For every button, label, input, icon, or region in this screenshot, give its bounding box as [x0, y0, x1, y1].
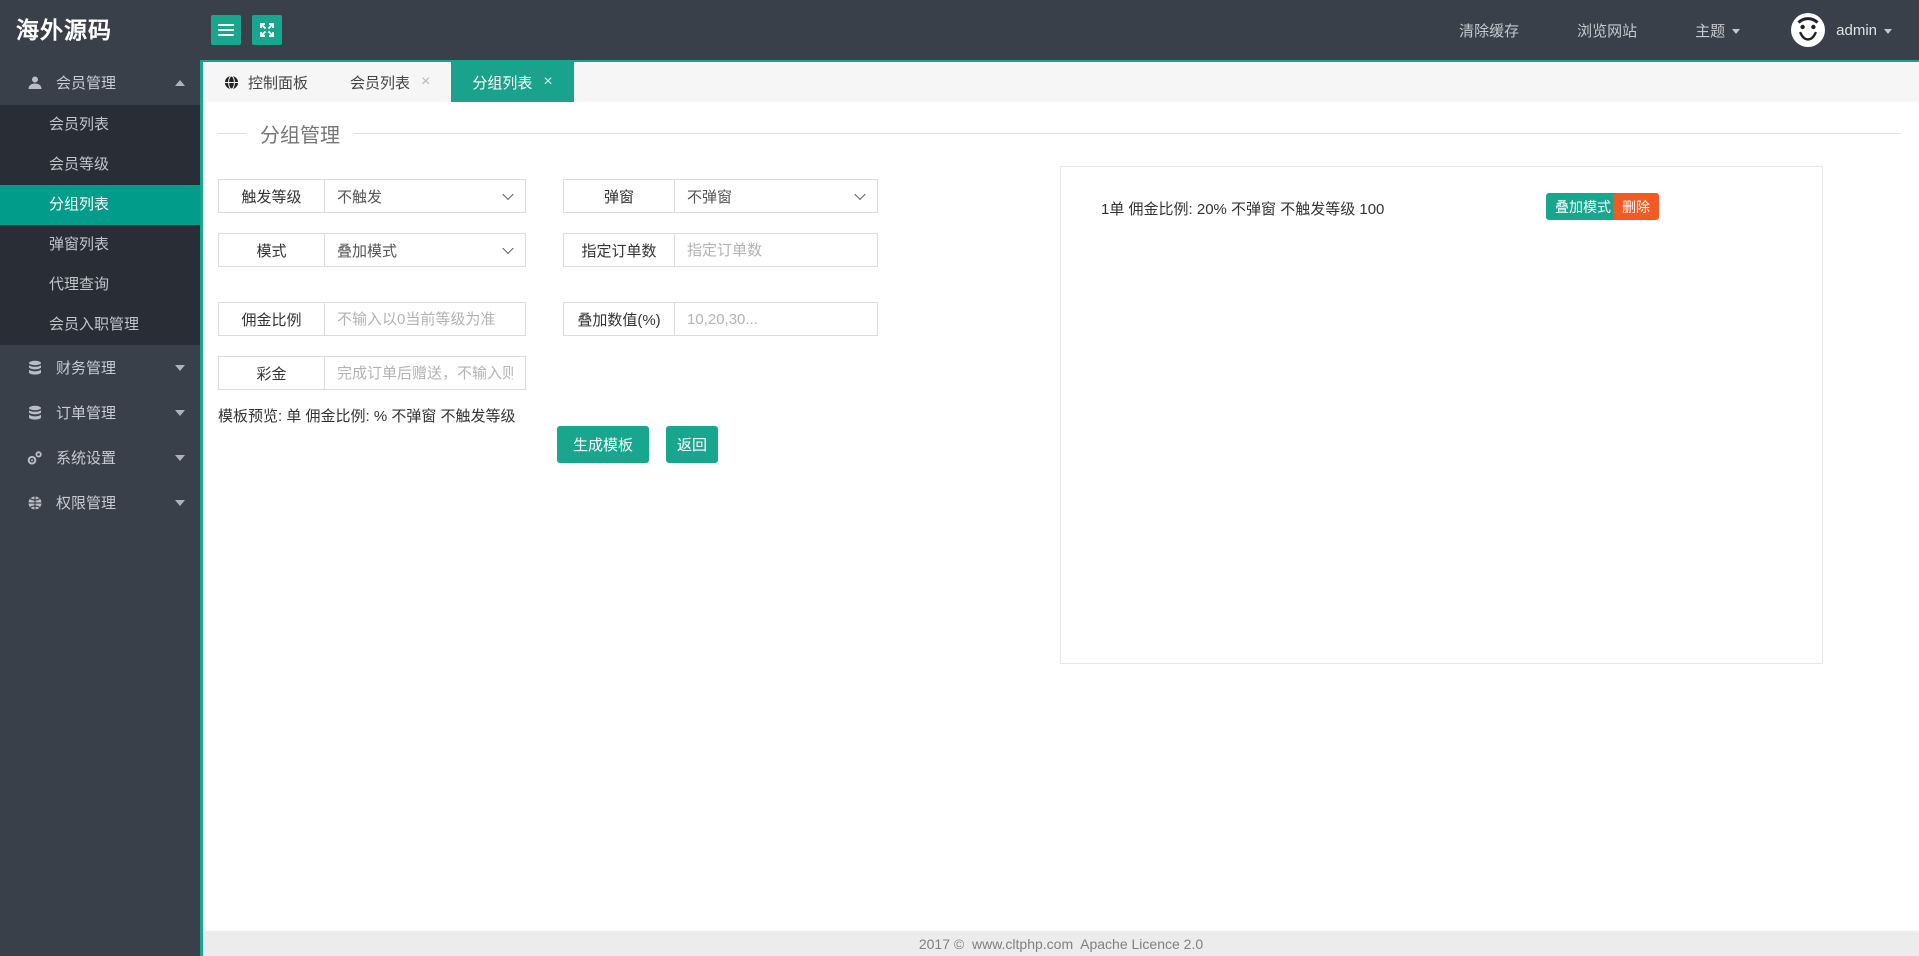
hamburger-icon [218, 21, 234, 39]
sidebar-item-label: 系统设置 [56, 450, 117, 467]
template-preview-text: 模板预览: 单 佣金比例: % 不弹窗 不触发等级 [218, 408, 516, 425]
sidebar-item-agent-query[interactable]: 代理查询 [0, 265, 200, 305]
page-title: 分组管理 [217, 119, 1901, 148]
template-item-text: 1单 佣金比例: 20% 不弹窗 不触发等级 100 [1101, 201, 1385, 218]
chevron-down-icon [502, 242, 514, 255]
sidebar-item-popup-list[interactable]: 弹窗列表 [0, 225, 200, 265]
close-icon[interactable]: × [421, 74, 430, 90]
sidebar-item-member-management[interactable]: 会员管理 [0, 60, 200, 105]
commission-group: 佣金比例 [218, 302, 526, 336]
user-icon [25, 75, 44, 91]
globe-icon [224, 75, 239, 90]
sidebar-item-finance-management[interactable]: 财务管理 [0, 345, 200, 390]
cogs-icon [25, 450, 44, 466]
mode-group: 模式 叠加模式 [218, 233, 526, 267]
order-count-label: 指定订单数 [563, 233, 675, 267]
popup-select[interactable]: 不弹窗 [674, 179, 878, 213]
sidebar-item-permission-management[interactable]: 权限管理 [0, 480, 200, 525]
footer: 2017 © www.cltphp.com Apache Licence 2.0 [203, 931, 1919, 956]
mode-select[interactable]: 叠加模式 [324, 233, 526, 267]
sidebar-item-label: 权限管理 [56, 495, 117, 512]
popup-label: 弹窗 [563, 179, 675, 213]
database-icon [25, 360, 44, 376]
sidebar-toggle-button[interactable] [211, 15, 241, 45]
stack-value-group: 叠加数值(%) [563, 302, 878, 336]
trigger-level-group: 触发等级 不触发 [218, 179, 526, 213]
template-item: 1单 佣金比例: 20% 不弹窗 不触发等级 100 叠加模式 删除 [1061, 193, 1822, 221]
chevron-down-icon [1732, 28, 1741, 34]
main-content: 控制面板 会员列表 × 分组列表 × 分组管理 触发等级 不触发 弹窗 不弹窗 … [200, 60, 1919, 956]
sidebar-item-member-list[interactable]: 会员列表 [0, 105, 200, 145]
topbar-right: 清除缓存 浏览网站 主题 admin [1401, 12, 1919, 48]
sidebar-item-member-onboarding[interactable]: 会员入职管理 [0, 305, 200, 345]
trigger-level-label: 触发等级 [218, 179, 325, 213]
sidebar-item-order-management[interactable]: 订单管理 [0, 390, 200, 435]
order-count-input[interactable] [674, 233, 878, 267]
tab-group-list[interactable]: 分组列表 × [451, 62, 574, 102]
bonus-input[interactable] [324, 356, 526, 390]
sidebar-item-label: 会员管理 [56, 75, 117, 92]
template-list-panel: 1单 佣金比例: 20% 不弹窗 不触发等级 100 叠加模式 删除 [1060, 166, 1823, 664]
sidebar-item-system-settings[interactable]: 系统设置 [0, 435, 200, 480]
order-count-group: 指定订单数 [563, 233, 878, 267]
theme-dropdown[interactable]: 主题 [1695, 20, 1741, 41]
topbar: 清除缓存 浏览网站 主题 admin [200, 0, 1919, 60]
trigger-level-select[interactable]: 不触发 [324, 179, 526, 213]
stack-value-label: 叠加数值(%) [563, 302, 675, 336]
user-dropdown[interactable]: admin [1836, 22, 1892, 39]
tab-member-list[interactable]: 会员列表 × [329, 62, 451, 102]
clear-cache-link[interactable]: 清除缓存 [1459, 20, 1519, 41]
fullscreen-button[interactable] [252, 15, 282, 45]
globe-grid-icon [25, 495, 44, 511]
database-icon [25, 405, 44, 421]
popup-group: 弹窗 不弹窗 [563, 179, 878, 213]
chevron-up-icon [175, 79, 185, 86]
sidebar-item-label: 财务管理 [56, 360, 117, 377]
stack-value-input[interactable] [674, 302, 878, 336]
sidebar-item-label: 订单管理 [56, 405, 117, 422]
chevron-down-icon [175, 409, 185, 416]
bonus-label: 彩金 [218, 356, 325, 390]
chevron-down-icon [175, 364, 185, 371]
template-delete-button[interactable]: 删除 [1613, 193, 1659, 220]
browse-site-link[interactable]: 浏览网站 [1577, 20, 1637, 41]
expand-icon [259, 22, 275, 38]
chevron-down-icon [502, 188, 514, 201]
commission-label: 佣金比例 [218, 302, 325, 336]
chevron-down-icon [175, 499, 185, 506]
mode-label: 模式 [218, 233, 325, 267]
sidebar-item-member-level[interactable]: 会员等级 [0, 145, 200, 185]
app-logo: 海外源码 [16, 17, 112, 43]
chevron-down-icon [1884, 28, 1892, 34]
bonus-group: 彩金 [218, 356, 526, 390]
generate-template-button[interactable]: 生成模板 [557, 426, 649, 463]
back-button[interactable]: 返回 [666, 426, 718, 463]
close-icon[interactable]: × [543, 74, 552, 90]
tab-dashboard[interactable]: 控制面板 [203, 62, 329, 102]
template-mode-button[interactable]: 叠加模式 [1546, 193, 1620, 220]
avatar[interactable] [1790, 12, 1826, 48]
sidebar-item-group-list[interactable]: 分组列表 [0, 185, 200, 225]
chevron-down-icon [175, 454, 185, 461]
member-submenu: 会员列表 会员等级 分组列表 弹窗列表 代理查询 会员入职管理 [0, 105, 200, 345]
chevron-down-icon [854, 188, 866, 201]
sidebar: 海外源码 会员管理 会员列表 会员等级 分组列表 弹窗列表 代理查询 会员入职管… [0, 0, 200, 956]
tab-bar: 控制面板 会员列表 × 分组列表 × [203, 62, 1919, 102]
group-management-page: 分组管理 触发等级 不触发 弹窗 不弹窗 模式 叠加模式 指定订单数 指定订单数… [203, 102, 1919, 931]
commission-input[interactable] [324, 302, 526, 336]
